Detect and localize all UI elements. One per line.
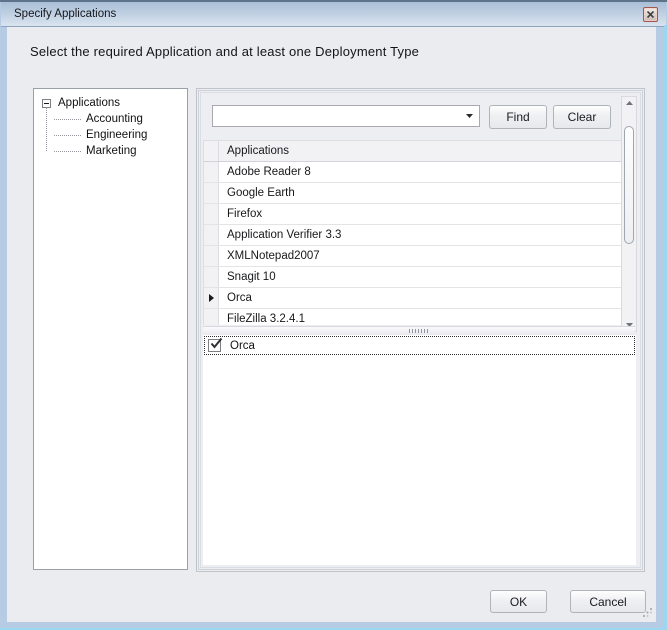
ok-button[interactable]: OK [490, 590, 547, 613]
cancel-button[interactable]: Cancel [570, 590, 646, 613]
grid-header-row: Applications [204, 141, 621, 162]
grid-row[interactable]: Snagit 10 [204, 267, 621, 288]
clear-button[interactable]: Clear [553, 105, 611, 129]
titlebar[interactable]: Specify Applications [1, 2, 666, 27]
current-row-indicator-icon [209, 294, 214, 302]
splitter-handle[interactable] [203, 326, 635, 335]
search-combobox[interactable] [212, 105, 480, 127]
specify-applications-dialog: Specify Applications Select the required… [0, 0, 667, 630]
application-name-cell: Orca [219, 288, 621, 308]
application-name-cell: XMLNotepad2007 [219, 246, 621, 266]
grid-vertical-scrollbar[interactable] [621, 96, 637, 332]
row-indicator-cell [204, 183, 219, 203]
tree-node[interactable]: Marketing [42, 143, 187, 159]
resize-grip-icon[interactable] [642, 607, 653, 618]
row-indicator-cell [204, 288, 219, 308]
deployment-type-label: Orca [230, 340, 255, 352]
application-name-cell: Application Verifier 3.3 [219, 225, 621, 245]
grid-row[interactable]: Firefox [204, 204, 621, 225]
tree-node-label: Accounting [86, 113, 143, 125]
grid-indicator-header-cell [204, 141, 219, 161]
grid-row[interactable]: XMLNotepad2007 [204, 246, 621, 267]
tree-node[interactable]: Engineering [42, 127, 187, 143]
application-name-cell: Google Earth [219, 183, 621, 203]
tree-children: Accounting Engineering Marketing [42, 111, 187, 159]
row-indicator-cell [204, 162, 219, 182]
tree-node[interactable]: Accounting [42, 111, 187, 127]
chevron-down-icon[interactable] [466, 114, 473, 118]
row-indicator-cell [204, 267, 219, 287]
application-name-cell: Snagit 10 [219, 267, 621, 287]
deployment-type-list: Orca [203, 335, 636, 565]
application-name-cell: FileZilla 3.2.4.1 [219, 309, 621, 325]
grid-row[interactable]: Orca [204, 288, 621, 309]
row-indicator-cell [204, 246, 219, 266]
splitter-grip-icon [409, 329, 429, 333]
grid-row[interactable]: FileZilla 3.2.4.1 [204, 309, 621, 325]
grid-row[interactable]: Adobe Reader 8 [204, 162, 621, 183]
grid-rows: Adobe Reader 8 Google Earth [204, 162, 621, 325]
application-name-cell: Adobe Reader 8 [219, 162, 621, 182]
deployment-type-item[interactable]: Orca [204, 336, 635, 355]
tree-node-label: Marketing [86, 145, 137, 157]
checkbox-checked-icon[interactable] [208, 339, 221, 352]
dialog-body: Select the required Application and at l… [7, 27, 656, 622]
grid-row[interactable]: Application Verifier 3.3 [204, 225, 621, 246]
tree-node-applications[interactable]: Applications [42, 95, 187, 111]
scrollbar-thumb[interactable] [624, 126, 634, 244]
row-indicator-cell [204, 204, 219, 224]
tree-root-label: Applications [58, 97, 120, 109]
applications-tree-panel: Applications Accounting Engineering Mark… [33, 88, 188, 570]
deployment-type-items: Orca [203, 336, 636, 355]
row-indicator-cell [204, 309, 219, 325]
row-indicator-cell [204, 225, 219, 245]
application-name-cell: Firefox [219, 204, 621, 224]
find-button[interactable]: Find [489, 105, 547, 129]
scroll-up-icon[interactable] [622, 101, 636, 105]
instruction-text: Select the required Application and at l… [30, 44, 419, 59]
applications-grid: Applications Adobe Reader 8 [203, 140, 621, 325]
tree-node-label: Engineering [86, 129, 147, 141]
application-selection-panel: Find Clear Applications [196, 88, 645, 572]
close-icon [647, 11, 654, 18]
close-button[interactable] [643, 7, 658, 22]
grid-column-header[interactable]: Applications [219, 141, 621, 161]
tree-connector-line [46, 107, 47, 151]
grid-row[interactable]: Google Earth [204, 183, 621, 204]
window-title: Specify Applications [14, 2, 116, 26]
